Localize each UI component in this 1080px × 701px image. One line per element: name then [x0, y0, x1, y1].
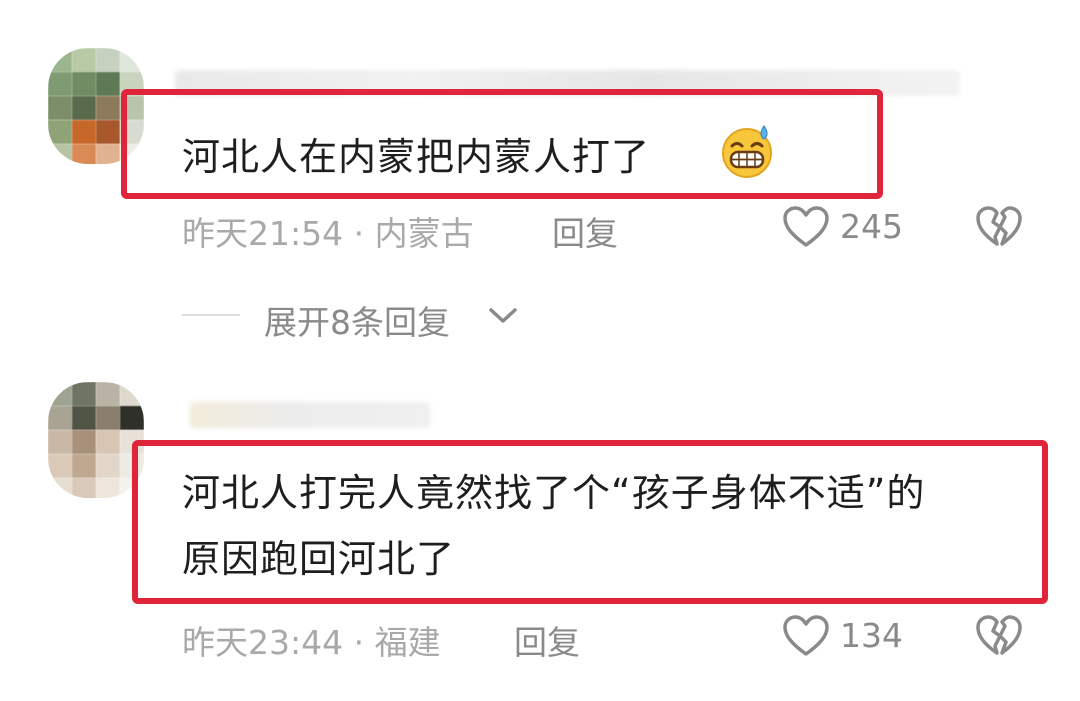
expand-replies-label: 展开8条回复 [264, 303, 450, 342]
reply-button[interactable]: 回复 [514, 616, 580, 664]
expand-divider [182, 314, 240, 316]
heart-icon[interactable] [782, 205, 830, 249]
comment-text: 河北人在内蒙把内蒙人打了 [182, 124, 650, 190]
comment-text-line: 原因跑回河北了 [182, 537, 456, 581]
comment-time: 昨天21:54 [182, 214, 344, 253]
broken-heart-icon[interactable] [975, 614, 1023, 658]
broken-heart-icon[interactable] [975, 205, 1023, 249]
meta-separator: · [353, 214, 365, 253]
grinning-sweat-emoji-icon [722, 124, 772, 178]
like-count: 245 [840, 207, 903, 246]
comment-time: 昨天23:44 [182, 623, 344, 662]
comment-meta: 昨天23:44 · 福建 [182, 616, 441, 664]
comment-text-line: 河北人打完人竟然找了个“孩子身体不适”的 [182, 471, 926, 515]
meta-separator: · [353, 623, 365, 662]
comment-text: 河北人打完人竟然找了个“孩子身体不适”的 原因跑回河北了 [182, 460, 925, 592]
reply-button[interactable]: 回复 [552, 207, 618, 255]
comment-text-line: 河北人在内蒙把内蒙人打了 [182, 135, 651, 179]
username-blurred[interactable] [190, 402, 430, 428]
comment-location: 福建 [374, 623, 441, 662]
comment-meta: 昨天21:54 · 内蒙古 [182, 207, 474, 255]
expand-replies-button[interactable]: 展开8条回复 [264, 296, 450, 344]
comment-location: 内蒙古 [374, 214, 474, 253]
chevron-down-icon [489, 308, 517, 323]
heart-icon[interactable] [782, 614, 830, 658]
like-count: 134 [840, 616, 903, 655]
avatar[interactable] [48, 382, 144, 498]
